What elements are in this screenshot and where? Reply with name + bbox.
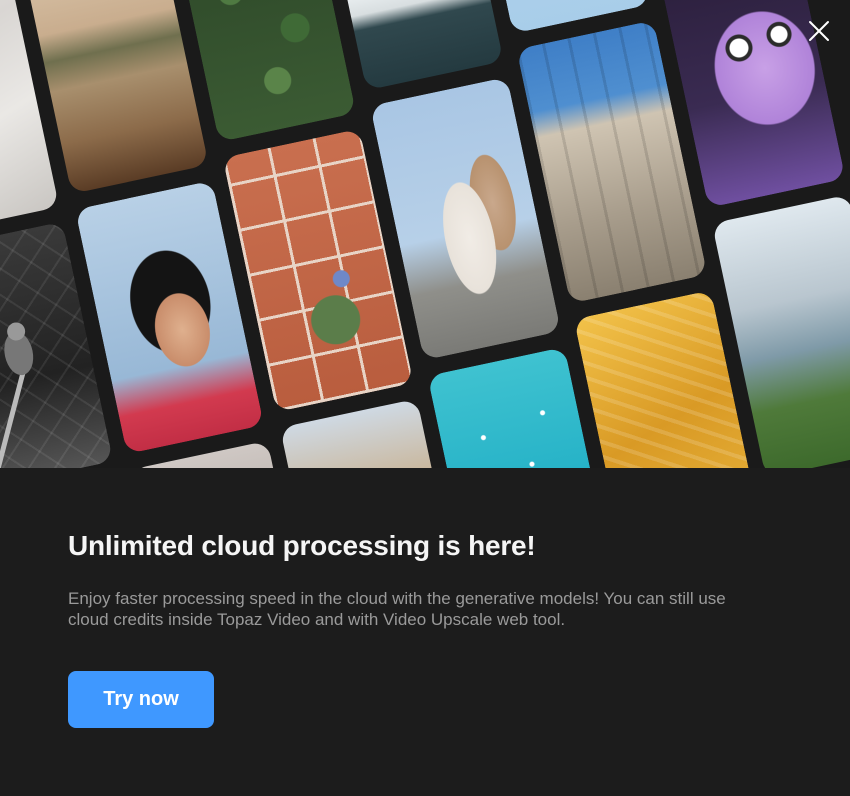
modal-content: Unlimited cloud processing is here! Enjo… <box>0 468 850 796</box>
hero-collage <box>0 0 850 468</box>
close-icon <box>809 21 829 41</box>
close-button[interactable] <box>806 18 832 44</box>
photo-collage <box>0 0 850 468</box>
try-now-button[interactable]: Try now <box>68 671 214 728</box>
modal-description: Enjoy faster processing speed in the clo… <box>68 589 726 629</box>
photo-beach-cliffs <box>23 0 209 194</box>
modal-title: Unlimited cloud processing is here! <box>68 530 536 561</box>
announcement-modal: Unlimited cloud processing is here! Enjo… <box>0 0 850 796</box>
